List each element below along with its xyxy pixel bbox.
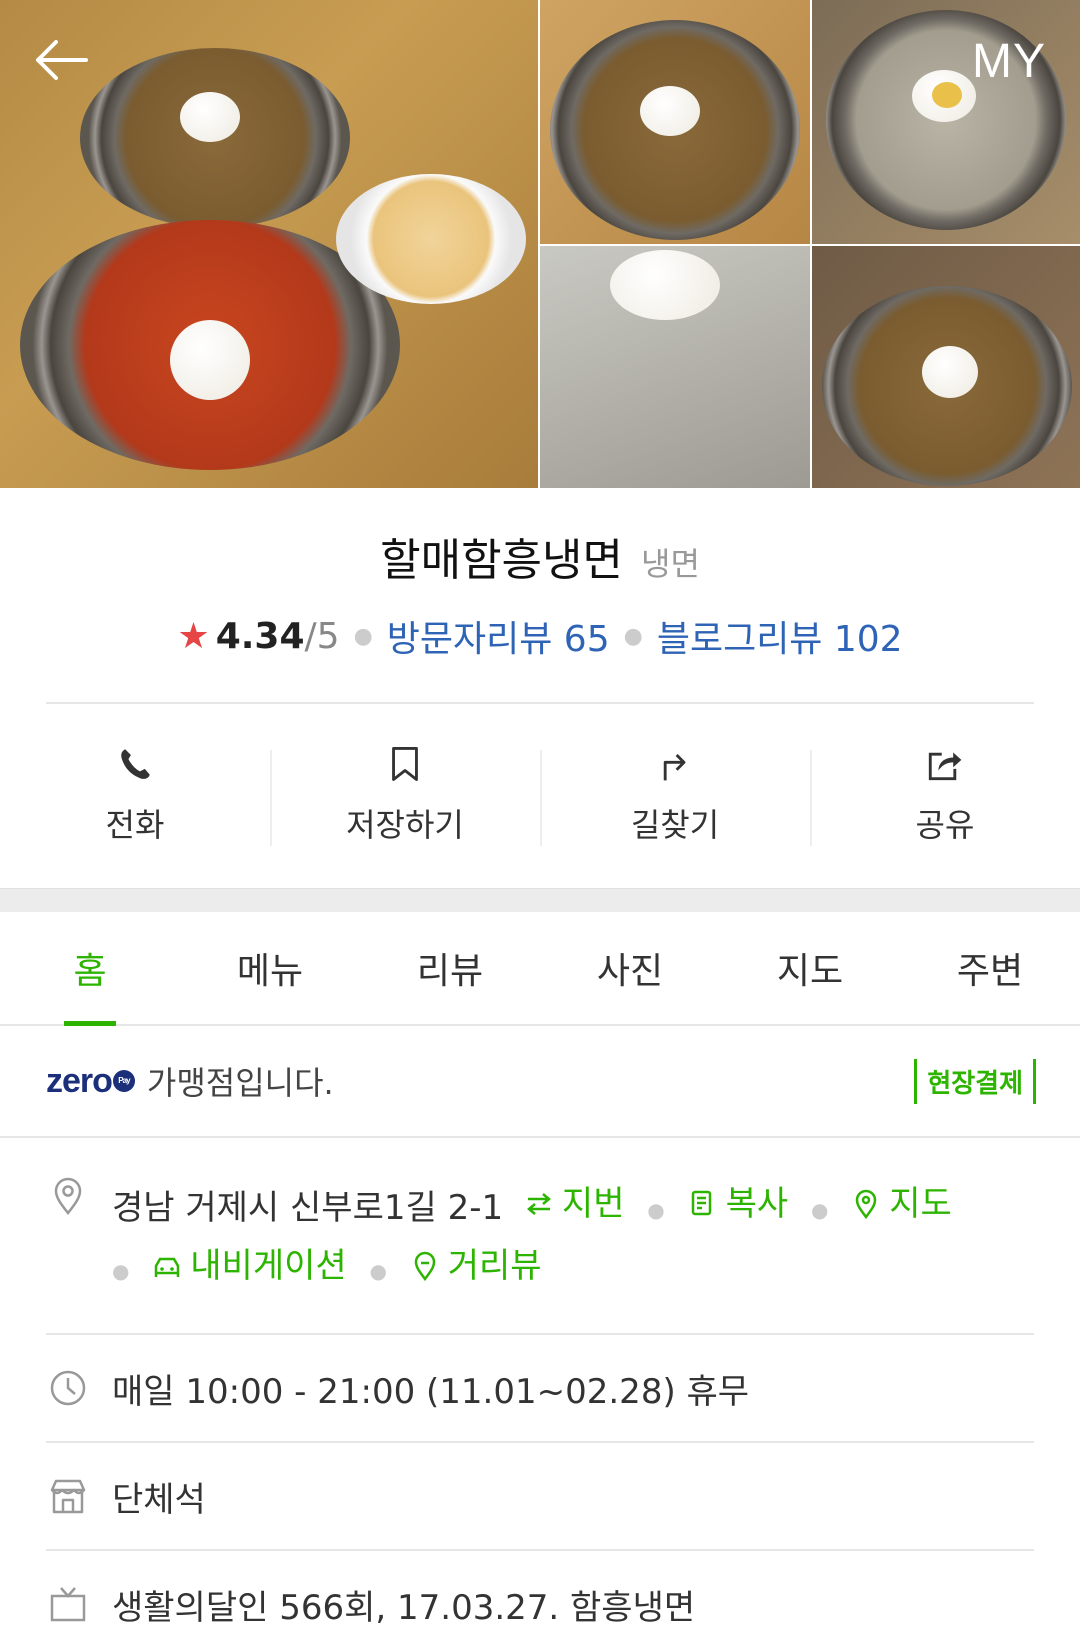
directions-icon [663, 753, 686, 781]
tv-text: 생활의달인 566회, 17.03.27. 함흥냉면 [112, 1587, 696, 1628]
back-button[interactable] [34, 38, 88, 82]
photo-gallery[interactable]: MY [0, 0, 1080, 488]
facility-row: 단체석 [0, 1443, 1080, 1549]
action-bar: 전화 저장하기 길찾기 공유 [0, 704, 1080, 888]
location-pin-icon [46, 1176, 90, 1299]
navigation-link[interactable]: 내비게이션 [152, 1238, 347, 1294]
address-row: 경남 거제시 신부로1길 2-1 지번 ● 복사 ● 지도 ● 내비게이션 ● … [0, 1138, 1080, 1333]
zeropay-logo: zero Pay [46, 1062, 135, 1101]
store-icon [46, 1476, 90, 1516]
car-icon [155, 1257, 180, 1277]
hours-text: 매일 10:00 - 21:00 (11.01~02.28) 휴무 [112, 1371, 750, 1412]
save-label: 저장하기 [346, 806, 464, 844]
tab-photos[interactable]: 사진 [540, 912, 720, 1024]
jibun-link[interactable]: 지번 [524, 1176, 624, 1232]
arrow-left-icon [36, 40, 88, 80]
visitor-reviews-link[interactable]: 방문자리뷰 65 [387, 610, 610, 662]
tab-nearby[interactable]: 주변 [900, 912, 1080, 1024]
place-category: 냉면 [641, 545, 700, 583]
star-icon: ★ [177, 615, 210, 657]
separator-dot: ● [112, 1259, 130, 1283]
directions-label: 길찾기 [630, 806, 720, 844]
bookmark-icon [392, 747, 418, 781]
separator-dot: ● [810, 1197, 829, 1222]
hours-row[interactable]: 매일 10:00 - 21:00 (11.01~02.28) 휴무 [0, 1335, 1080, 1441]
streetview-link[interactable]: 거리뷰 [410, 1238, 542, 1294]
my-button[interactable]: MY [972, 34, 1046, 89]
zeropay-row: zero Pay 가맹점입니다. 현장결제 [0, 1026, 1080, 1138]
tab-menu[interactable]: 메뉴 [180, 912, 360, 1024]
photo-thumb[interactable] [540, 0, 810, 244]
map-link[interactable]: 지도 [851, 1176, 952, 1232]
call-button[interactable]: 전화 [0, 746, 270, 846]
zeropay-text: 가맹점입니다. [146, 1064, 334, 1102]
clock-icon [46, 1368, 90, 1408]
section-gap [0, 888, 1080, 912]
phone-icon [121, 749, 150, 779]
address-text: 경남 거제시 신부로1길 2-1 [112, 1188, 504, 1228]
photo-thumb[interactable] [812, 246, 1080, 488]
place-info: 할매함흥냉면 냉면 ★ 4.34 /5 ● 방문자리뷰 65 ● 블로그리뷰 1… [0, 488, 1080, 662]
streetview-icon [414, 1251, 436, 1281]
tv-icon [46, 1584, 90, 1624]
separator-dot: ● [623, 623, 643, 649]
copy-link[interactable]: 복사 [688, 1176, 788, 1232]
swap-icon [526, 1193, 551, 1215]
share-button[interactable]: 공유 [810, 746, 1080, 846]
separator-dot: ● [353, 623, 373, 649]
place-name: 할매함흥냉면 [380, 535, 623, 586]
separator-dot: ● [647, 1197, 665, 1222]
share-icon [928, 752, 962, 781]
call-label: 전화 [105, 806, 165, 844]
blog-reviews-link[interactable]: 블로그리뷰 102 [657, 610, 903, 662]
share-label: 공유 [915, 806, 975, 844]
photo-thumb[interactable] [540, 246, 810, 488]
onsite-payment-badge: 현장결제 [914, 1058, 1036, 1104]
facility-text: 단체석 [112, 1479, 206, 1520]
copy-icon [691, 1190, 711, 1216]
save-button[interactable]: 저장하기 [270, 746, 540, 846]
tab-home[interactable]: 홈 [0, 912, 180, 1024]
map-pin-icon [855, 1189, 877, 1219]
rating-max: /5 [304, 615, 340, 657]
tab-reviews[interactable]: 리뷰 [360, 912, 540, 1024]
tab-bar: 홈 메뉴 리뷰 사진 지도 주변 [0, 912, 1080, 1026]
tab-map[interactable]: 지도 [720, 912, 900, 1024]
separator-dot: ● [369, 1259, 387, 1283]
tv-row: 생활의달인 566회, 17.03.27. 함흥냉면 [0, 1551, 1080, 1652]
rating-score: 4.34 [215, 615, 305, 657]
directions-button[interactable]: 길찾기 [540, 746, 810, 846]
